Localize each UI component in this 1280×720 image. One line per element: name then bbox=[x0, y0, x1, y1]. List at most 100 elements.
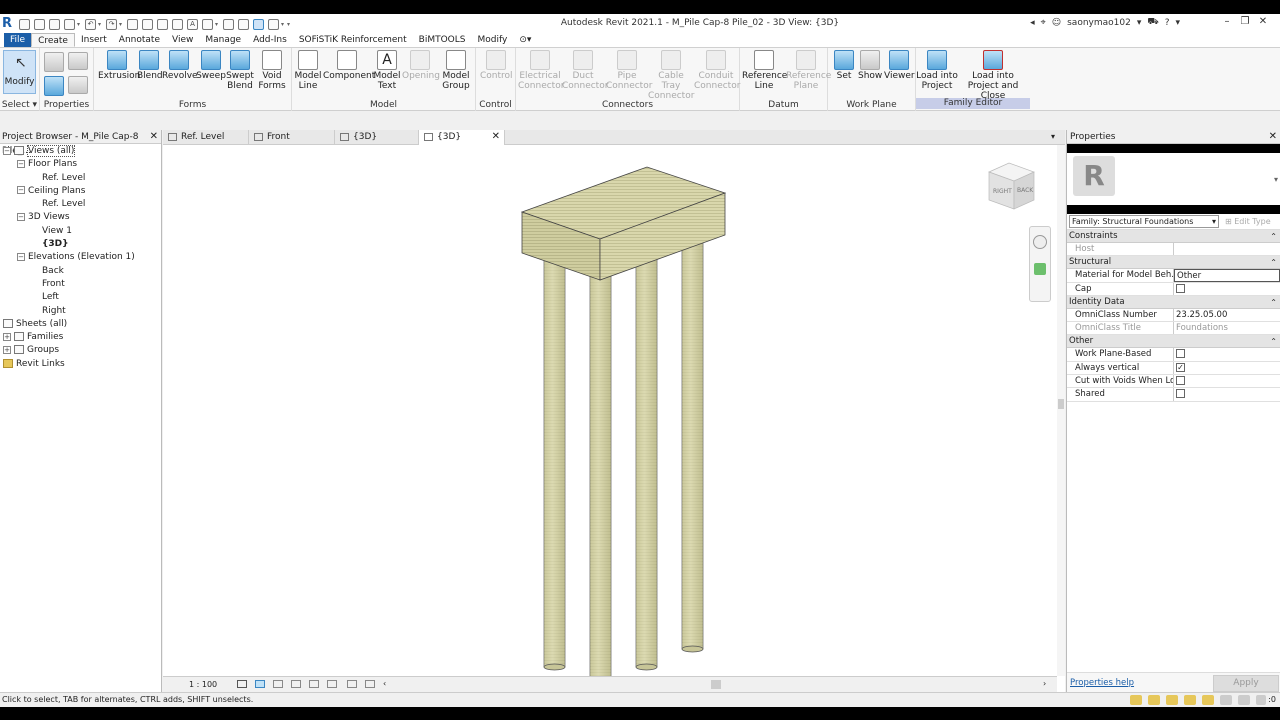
help-dropdown-icon[interactable]: ▾ bbox=[1175, 18, 1180, 28]
conduit-connector-button[interactable]: Conduit Connector bbox=[694, 50, 740, 91]
tree-item[interactable]: − Elevations (Elevation 1) bbox=[0, 251, 161, 264]
pile-1[interactable] bbox=[543, 254, 566, 671]
view-tab-ref-level[interactable]: Ref. Level bbox=[163, 130, 249, 145]
load-into-project-and-close-button[interactable]: Load into Project and Close bbox=[956, 50, 1030, 101]
tab-add-ins[interactable]: Add-Ins bbox=[247, 33, 293, 47]
tab-insert[interactable]: Insert bbox=[75, 33, 113, 47]
family-types-icon[interactable] bbox=[44, 52, 64, 72]
control-button[interactable]: Control bbox=[480, 50, 513, 81]
expand-icon[interactable]: + bbox=[3, 345, 11, 354]
close-tab-icon[interactable]: ✕ bbox=[492, 130, 500, 144]
swept-blend-button[interactable]: Swept Blend bbox=[226, 50, 254, 91]
minimize-icon[interactable]: – bbox=[1218, 16, 1236, 27]
tree-item[interactable]: View 1 bbox=[0, 225, 161, 238]
reference-line-button[interactable]: Reference Line bbox=[742, 50, 787, 91]
measure-icon[interactable] bbox=[142, 18, 153, 30]
family-filter-select[interactable]: Family: Structural Foundations bbox=[1069, 215, 1219, 228]
property-group-header[interactable]: Constraints bbox=[1067, 230, 1280, 243]
type-properties-icon[interactable] bbox=[68, 76, 88, 94]
customize-toolbar-icon[interactable]: ▾ bbox=[287, 21, 292, 28]
property-value[interactable] bbox=[1174, 348, 1280, 360]
properties-icon[interactable] bbox=[44, 76, 64, 96]
select-links-icon[interactable] bbox=[1130, 695, 1143, 705]
tree-item[interactable]: Ref. Level bbox=[0, 172, 161, 185]
visual-style-icon[interactable] bbox=[255, 680, 265, 688]
vertical-scroll-thumb[interactable] bbox=[1058, 399, 1064, 409]
apply-button[interactable]: Apply bbox=[1213, 675, 1279, 692]
redo-dropdown-icon[interactable]: ▾ bbox=[119, 21, 124, 28]
redo-icon[interactable]: ↷ bbox=[106, 18, 117, 30]
edit-type-button[interactable]: ⊞ Edit Type bbox=[1225, 217, 1271, 226]
sync-dropdown-icon[interactable]: ▾ bbox=[77, 21, 82, 28]
duct-connector-button[interactable]: Duct Connector bbox=[562, 50, 608, 91]
binoculars-icon[interactable]: ⌖ bbox=[1041, 18, 1046, 28]
property-checkbox[interactable]: ✓ bbox=[1176, 362, 1185, 372]
properties-help-link[interactable]: Properties help bbox=[1070, 678, 1134, 688]
tree-item[interactable]: Front bbox=[0, 278, 161, 291]
viewcube[interactable]: RIGHT BACK bbox=[988, 162, 1035, 210]
property-checkbox[interactable] bbox=[1176, 349, 1185, 359]
collapse-icon[interactable]: − bbox=[17, 186, 25, 195]
property-group-header[interactable]: Identity Data bbox=[1067, 295, 1280, 309]
switch-windows-icon[interactable] bbox=[268, 18, 279, 30]
tab-annotate[interactable]: Annotate bbox=[113, 33, 166, 47]
steering-wheel-icon[interactable] bbox=[1033, 235, 1047, 249]
tab-manage[interactable]: Manage bbox=[199, 33, 247, 47]
reveal-hidden-icon[interactable] bbox=[365, 680, 375, 688]
model-canvas[interactable]: RIGHT BACK bbox=[163, 145, 1057, 676]
collapse-icon[interactable]: − bbox=[17, 159, 25, 168]
tree-item[interactable]: − Ceiling Plans bbox=[0, 185, 161, 198]
user-name[interactable]: saonymao102 bbox=[1067, 18, 1131, 28]
type-selector[interactable]: R ▾ bbox=[1067, 144, 1280, 214]
tree-item[interactable]: Left bbox=[0, 291, 161, 304]
reference-plane-button[interactable]: Reference Plane bbox=[786, 50, 831, 91]
undo-dropdown-icon[interactable]: ▾ bbox=[98, 21, 103, 28]
shadows-icon[interactable] bbox=[291, 680, 301, 688]
cable-tray-connector-button[interactable]: Cable Tray Connector bbox=[648, 50, 694, 101]
sweep-button[interactable]: Sweep bbox=[196, 50, 226, 81]
property-value[interactable] bbox=[1174, 283, 1280, 295]
pipe-connector-button[interactable]: Pipe Connector bbox=[606, 50, 652, 91]
open-icon[interactable] bbox=[34, 18, 45, 30]
zoom-icon[interactable] bbox=[1034, 263, 1046, 275]
detail-level-icon[interactable] bbox=[237, 680, 247, 688]
tab-modify[interactable]: Modify bbox=[471, 33, 513, 47]
viewer-button[interactable]: Viewer bbox=[884, 50, 915, 81]
sync-icon[interactable] bbox=[64, 18, 75, 30]
extrusion-button[interactable]: Extrusion bbox=[98, 50, 140, 81]
project-browser-close-icon[interactable]: ✕ bbox=[150, 130, 158, 144]
property-value[interactable] bbox=[1174, 375, 1280, 387]
view-tab-3d-active[interactable]: {3D} ✕ bbox=[419, 130, 505, 145]
tab-bimtools[interactable]: BiMTOOLS bbox=[413, 33, 472, 47]
design-options-icon[interactable] bbox=[1238, 695, 1251, 705]
revolve-button[interactable]: Revolve bbox=[162, 50, 198, 81]
panel-title-select[interactable]: Select ▾ bbox=[0, 100, 39, 110]
close-hidden-windows-icon[interactable] bbox=[253, 18, 264, 30]
view-tab-front[interactable]: Front bbox=[249, 130, 335, 145]
user-icon[interactable]: ☺ bbox=[1052, 18, 1061, 28]
tab-sofistik-reinforcement[interactable]: SOFiSTiK Reinforcement bbox=[293, 33, 413, 47]
view-scale[interactable]: 1 : 100 bbox=[189, 680, 217, 689]
tab-overflow-icon[interactable]: ▾ bbox=[1051, 130, 1065, 144]
filter-icon[interactable] bbox=[1256, 695, 1267, 705]
tag-icon[interactable] bbox=[172, 18, 183, 30]
tree-item[interactable]: − Floor Plans bbox=[0, 158, 161, 171]
property-group-header[interactable]: Structural bbox=[1067, 256, 1280, 270]
properties-close-icon[interactable]: ✕ bbox=[1269, 130, 1277, 144]
tab-view[interactable]: View bbox=[166, 33, 199, 47]
model-text-button[interactable]: A Model Text bbox=[372, 50, 402, 91]
modify-button[interactable]: ↖ Modify bbox=[3, 50, 36, 94]
scroll-left-icon[interactable]: ‹ bbox=[383, 679, 386, 688]
pile-3[interactable] bbox=[635, 254, 658, 671]
default-3d-view-icon[interactable] bbox=[202, 18, 213, 30]
tree-item[interactable]: Back bbox=[0, 265, 161, 278]
collapse-icon[interactable]: − bbox=[3, 146, 11, 155]
model-line-button[interactable]: Model Line bbox=[294, 50, 322, 91]
tree-item[interactable]: {3D} bbox=[0, 238, 161, 251]
tree-item[interactable]: + Families bbox=[0, 331, 161, 344]
tree-item[interactable]: −3D Views bbox=[0, 211, 161, 224]
pile-4[interactable] bbox=[681, 236, 704, 653]
print-icon[interactable] bbox=[127, 18, 138, 30]
tree-item[interactable]: Sheets (all) bbox=[0, 318, 161, 331]
view-tab-3d-1[interactable]: {3D} bbox=[335, 130, 419, 145]
